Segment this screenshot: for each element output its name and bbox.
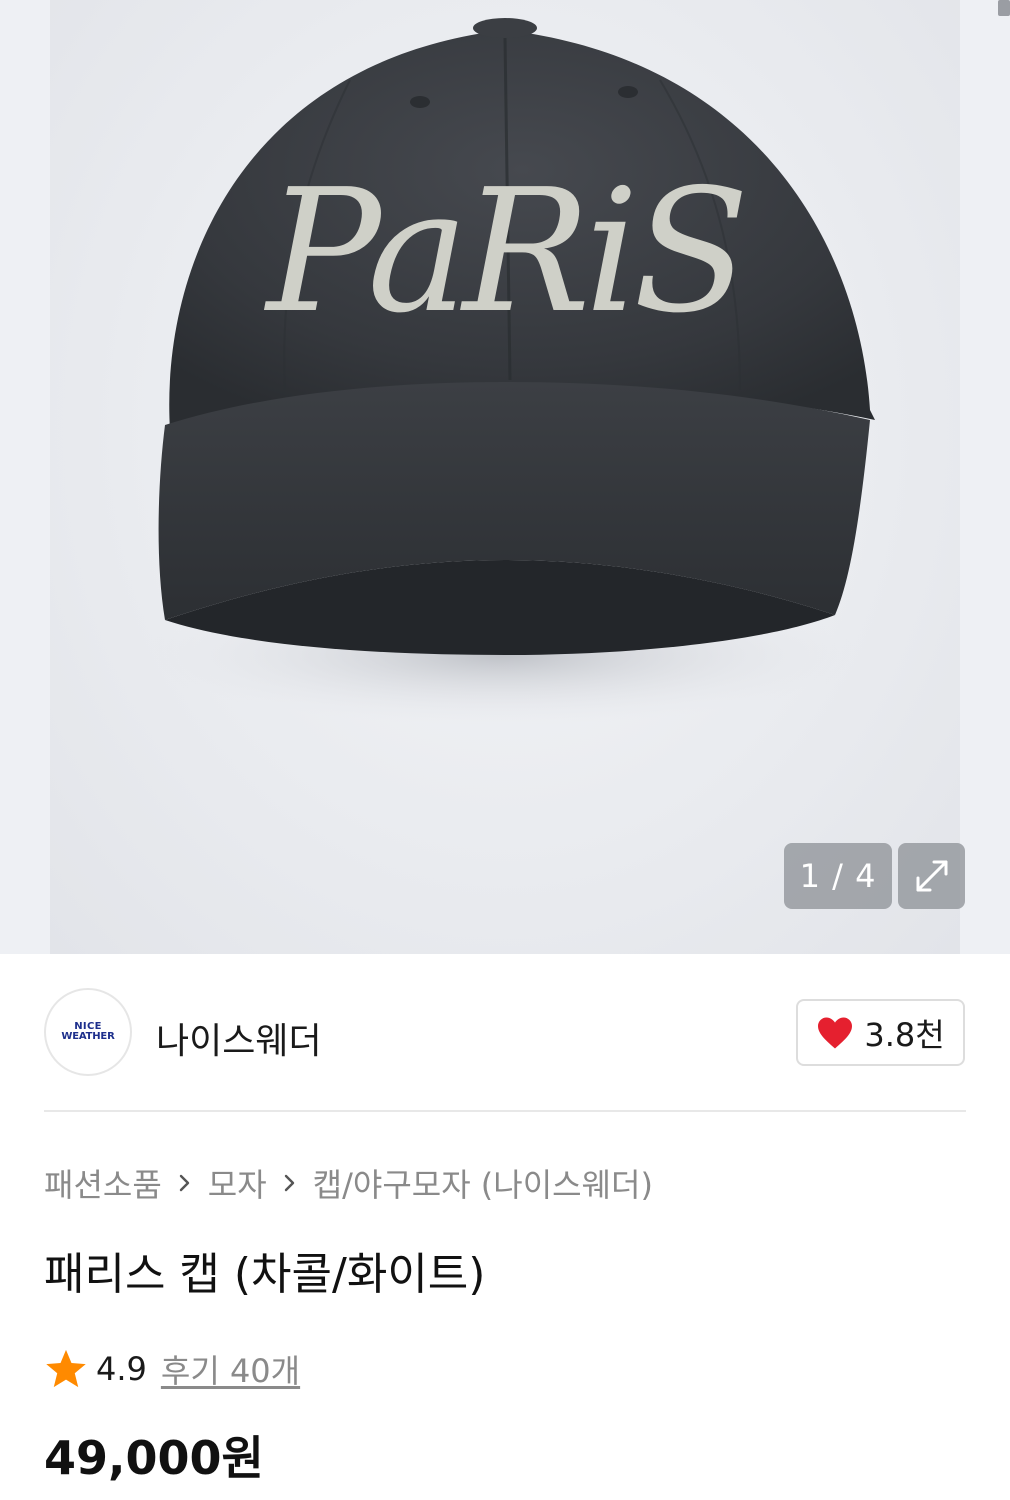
brand-row: NICE WEATHER 나이스웨더 3.8천 <box>44 988 966 1078</box>
like-button[interactable]: 3.8천 <box>796 999 965 1066</box>
brand-logo-line2: WEATHER <box>61 1031 115 1042</box>
product-price: 49,000원 <box>44 1431 264 1485</box>
divider <box>44 1110 966 1112</box>
like-count: 3.8천 <box>864 1015 945 1054</box>
brand-logo[interactable]: NICE WEATHER <box>44 988 132 1076</box>
review-count-link[interactable]: 후기 40개 <box>161 1346 300 1392</box>
rating-row: 4.9 후기 40개 <box>44 1347 300 1391</box>
breadcrumb-item[interactable]: 캡/야구모자 (나이스웨더) <box>313 1160 653 1206</box>
breadcrumb: 패션소품 모자 캡/야구모자 (나이스웨더) <box>44 1160 653 1206</box>
chevron-right-icon <box>279 1172 301 1194</box>
scrollbar[interactable] <box>998 0 1010 16</box>
product-title: 패리스 캡 (차콜/화이트) <box>44 1249 486 1300</box>
rating-value: 4.9 <box>96 1350 147 1388</box>
product-image: PaRiS <box>140 18 875 725</box>
star-icon <box>46 1349 86 1388</box>
breadcrumb-item[interactable]: 모자 <box>208 1160 267 1206</box>
chevron-right-icon <box>174 1172 196 1194</box>
expand-image-button[interactable] <box>898 843 965 909</box>
cap-embroidery-text: PaRiS <box>264 153 744 351</box>
image-counter: 1 / 4 <box>784 843 892 909</box>
brand-name[interactable]: 나이스웨더 <box>156 1012 322 1064</box>
product-detail-page: PaRiS 1 / 4 NICE WEATHER 나이스웨더 3.8천 패션소품 <box>0 0 1010 1500</box>
expand-icon <box>916 860 947 892</box>
heart-icon <box>818 1017 853 1048</box>
product-image-gallery[interactable]: PaRiS 1 / 4 <box>0 0 1010 954</box>
breadcrumb-item[interactable]: 패션소품 <box>44 1160 162 1206</box>
